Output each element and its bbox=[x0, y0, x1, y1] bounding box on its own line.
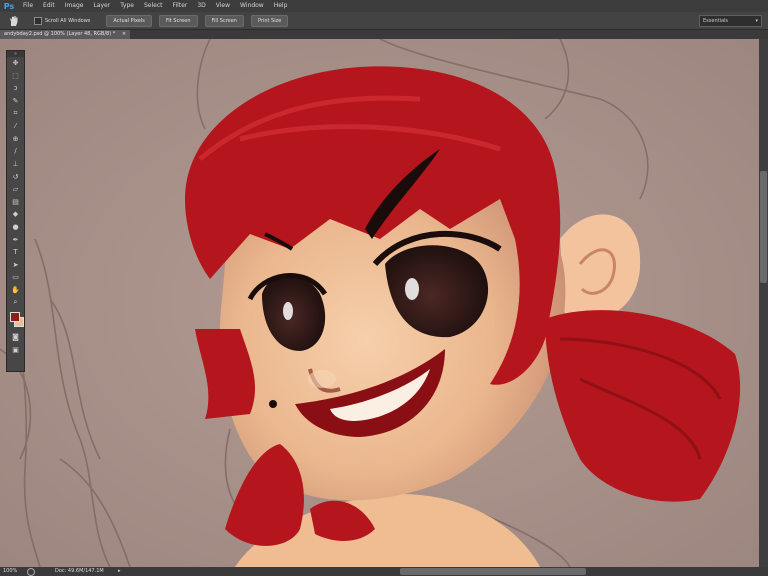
eraser-tool-icon[interactable]: ▱ bbox=[7, 183, 24, 196]
document-tab-title: andybday2.psd @ 100% (Layer 48, RGB/8) * bbox=[4, 31, 116, 37]
lasso-tool-icon[interactable]: ↄ bbox=[7, 82, 24, 95]
quick-mask-icon[interactable]: ◙ bbox=[7, 331, 24, 344]
menu-window[interactable]: Window bbox=[235, 0, 269, 12]
scroll-all-windows-label: Scroll All Windows bbox=[45, 17, 91, 24]
menu-filter[interactable]: Filter bbox=[168, 0, 193, 12]
color-swatches[interactable] bbox=[7, 309, 24, 331]
beauty-mark bbox=[269, 400, 277, 408]
vertical-scrollbar[interactable] bbox=[759, 39, 768, 567]
pen-tool-icon[interactable]: ✒ bbox=[7, 233, 24, 246]
scroll-all-windows-checkbox[interactable] bbox=[34, 16, 42, 25]
crop-tool-icon[interactable]: ⌗ bbox=[7, 107, 24, 120]
clone-stamp-tool-icon[interactable]: ⊥ bbox=[7, 158, 24, 171]
vertical-scroll-thumb[interactable] bbox=[760, 171, 767, 283]
document-tab[interactable]: andybday2.psd @ 100% (Layer 48, RGB/8) *… bbox=[0, 30, 131, 39]
document-tab-bar: andybday2.psd @ 100% (Layer 48, RGB/8) *… bbox=[0, 30, 768, 39]
doc-size: Doc: 49.6M/147.1M bbox=[55, 568, 104, 574]
close-icon[interactable]: × bbox=[122, 31, 126, 37]
menu-select[interactable]: Select bbox=[139, 0, 168, 12]
dodge-tool-icon[interactable]: ● bbox=[7, 221, 24, 234]
photoshop-logo: Ps bbox=[3, 1, 15, 11]
type-tool-icon[interactable]: T bbox=[7, 246, 24, 259]
spot-healing-tool-icon[interactable]: ⊕ bbox=[7, 133, 24, 146]
fill-screen-button[interactable]: Fill Screen bbox=[204, 14, 244, 27]
history-brush-tool-icon[interactable]: ↺ bbox=[7, 170, 24, 183]
brush-tool-icon[interactable]: ∕ bbox=[7, 145, 24, 158]
document-canvas[interactable] bbox=[0, 39, 759, 567]
hand-tool-icon[interactable]: ✋ bbox=[7, 284, 24, 297]
path-selection-tool-icon[interactable]: ➤ bbox=[7, 259, 24, 272]
menu-image[interactable]: Image bbox=[60, 0, 89, 12]
gradient-tool-icon[interactable]: ▤ bbox=[7, 196, 24, 209]
hand-tool-preset-icon[interactable] bbox=[4, 14, 24, 28]
menu-view[interactable]: View bbox=[211, 0, 235, 12]
status-menu-icon[interactable]: ▸ bbox=[118, 567, 121, 576]
status-info-icon[interactable] bbox=[27, 568, 35, 576]
shape-tool-icon[interactable]: ▭ bbox=[7, 271, 24, 284]
foreground-color-swatch[interactable] bbox=[10, 311, 20, 322]
menu-layer[interactable]: Layer bbox=[88, 0, 115, 12]
tools-panel: » ✥ ⬚ ↄ ✎ ⌗ ⁄ ⊕ ∕ ⊥ ↺ ▱ ▤ ◆ ● ✒ T ➤ ▭ ✋ … bbox=[6, 50, 25, 372]
zoom-level[interactable]: 100% bbox=[3, 567, 17, 576]
fit-screen-button[interactable]: Fit Screen bbox=[158, 14, 198, 27]
zoom-tool-icon[interactable]: ⌕ bbox=[7, 296, 24, 309]
options-bar: Scroll All Windows Actual Pixels Fit Scr… bbox=[0, 12, 768, 30]
move-tool-icon[interactable]: ✥ bbox=[7, 57, 24, 70]
status-bar: 100% Doc: 49.6M/147.1M ▸ bbox=[0, 567, 768, 576]
menu-3d[interactable]: 3D bbox=[192, 0, 210, 12]
menu-help[interactable]: Help bbox=[269, 0, 293, 12]
blur-tool-icon[interactable]: ◆ bbox=[7, 208, 24, 221]
print-size-button[interactable]: Print Size bbox=[250, 14, 289, 27]
horizontal-scroll-thumb[interactable] bbox=[400, 568, 586, 575]
menu-file[interactable]: File bbox=[18, 0, 38, 12]
quick-selection-tool-icon[interactable]: ✎ bbox=[7, 95, 24, 108]
menu-edit[interactable]: Edit bbox=[38, 0, 60, 12]
workspace-label: Essentials bbox=[703, 18, 729, 24]
eyedropper-tool-icon[interactable]: ⁄ bbox=[7, 120, 24, 133]
painting bbox=[0, 39, 759, 567]
marquee-tool-icon[interactable]: ⬚ bbox=[7, 70, 24, 83]
menu-bar: Ps File Edit Image Layer Type Select Fil… bbox=[0, 0, 768, 12]
chevron-down-icon: ▾ bbox=[755, 18, 758, 24]
screen-mode-icon[interactable]: ▣ bbox=[7, 343, 24, 356]
workspace-switcher[interactable]: Essentials ▾ bbox=[699, 15, 762, 27]
menu-type[interactable]: Type bbox=[115, 0, 139, 12]
actual-pixels-button[interactable]: Actual Pixels bbox=[106, 14, 152, 27]
